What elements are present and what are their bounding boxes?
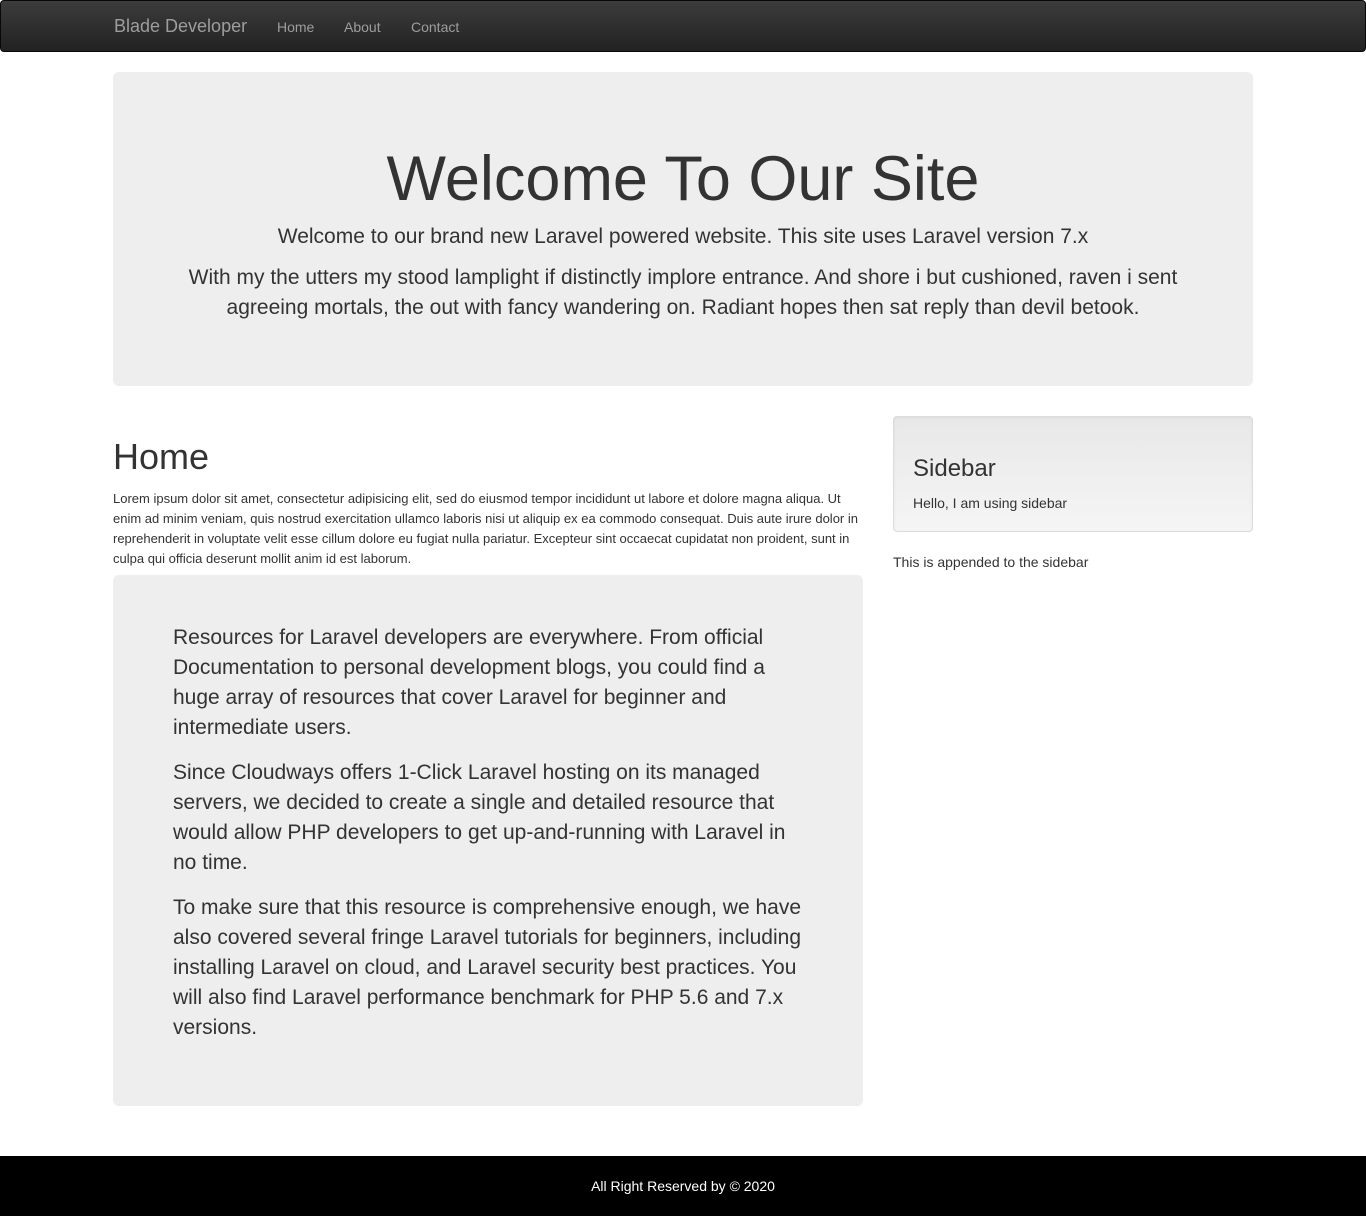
brand-link[interactable]: Blade Developer: [114, 16, 247, 36]
hero-text: With my the utters my stood lamplight if…: [188, 266, 1178, 319]
nav-contact-link[interactable]: Contact: [411, 18, 459, 36]
resources-panel: Resources for Laravel developers are eve…: [113, 575, 863, 1106]
sidebar-appended-text: This is appended to the sidebar: [893, 554, 1089, 570]
main-content: Home Lorem ipsum dolor sit amet, consect…: [113, 430, 863, 569]
sidebar-title: Sidebar: [913, 455, 996, 482]
footer-text: All Right Reserved by © 2020: [591, 1178, 775, 1194]
lorem-paragraph: Lorem ipsum dolor sit amet, consectetur …: [113, 490, 858, 566]
nav-about-link[interactable]: About: [344, 18, 381, 36]
hero-title: Welcome To Our Site: [386, 144, 980, 214]
page-heading: Home: [113, 436, 210, 477]
resources-paragraph: Since Cloudways offers 1-Click Laravel h…: [173, 761, 786, 874]
nav-home-link[interactable]: Home: [277, 18, 314, 36]
sidebar-well: Sidebar Hello, I am using sidebar: [893, 416, 1253, 532]
page-footer: All Right Reserved by © 2020: [0, 1156, 1366, 1216]
sidebar-text: Hello, I am using sidebar: [913, 495, 1068, 511]
hero-lead: Welcome to our brand new Laravel powered…: [277, 225, 1089, 248]
resources-paragraph: Resources for Laravel developers are eve…: [173, 626, 765, 739]
hero-jumbotron: Welcome To Our Site Welcome to our brand…: [113, 72, 1253, 386]
resources-paragraph: To make sure that this resource is compr…: [173, 896, 802, 1039]
top-navbar: Blade Developer Home About Contact: [0, 0, 1366, 52]
